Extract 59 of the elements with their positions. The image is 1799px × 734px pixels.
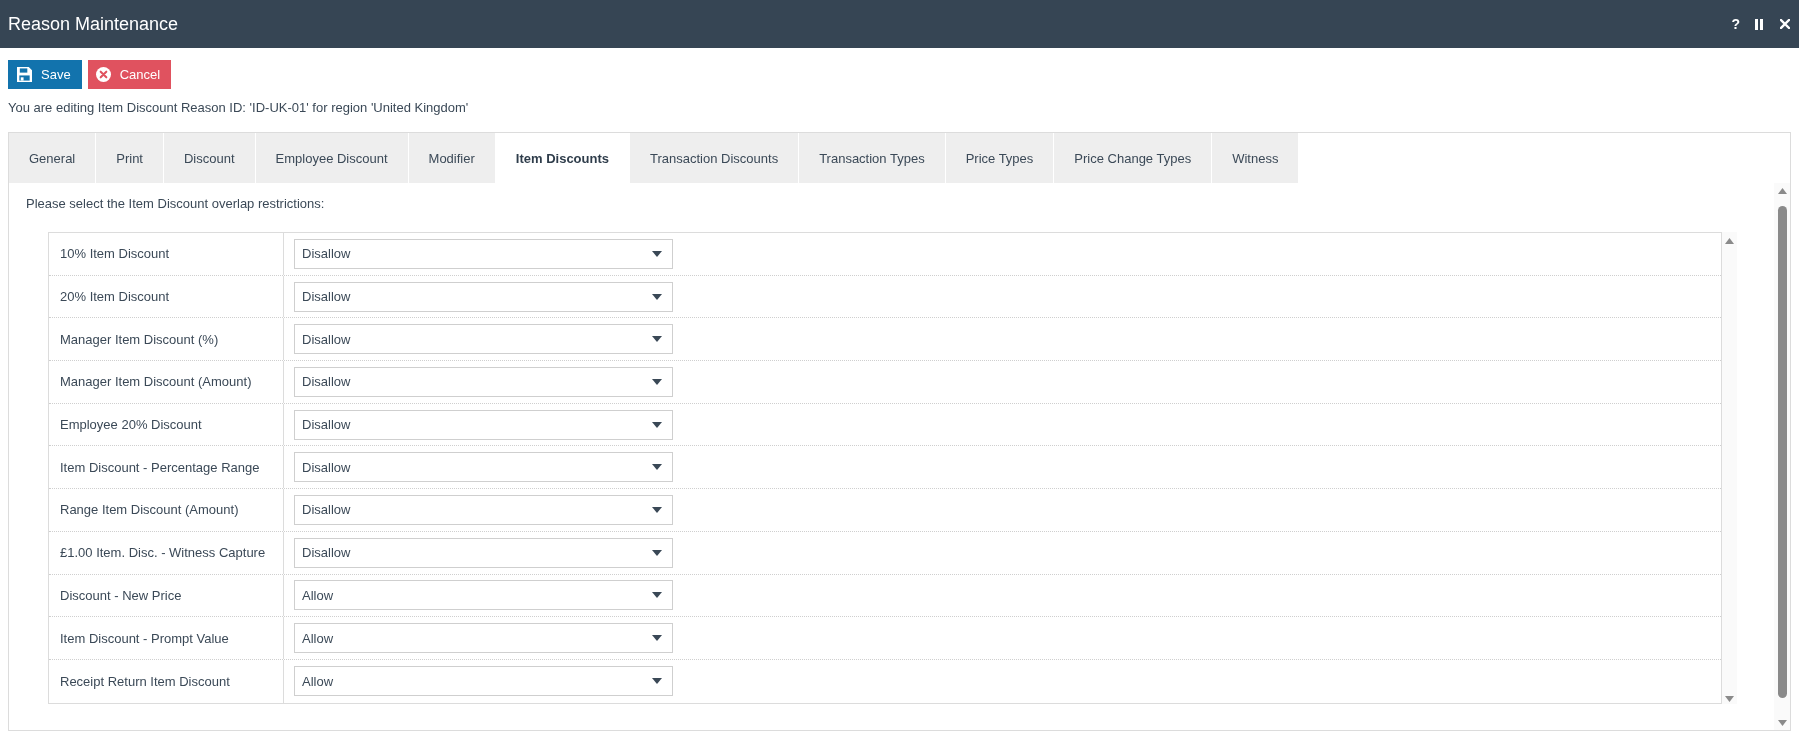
tab[interactable]: Discount: [164, 133, 255, 183]
tab[interactable]: Print: [96, 133, 163, 183]
caret-down-icon: [652, 378, 662, 385]
info-text: You are editing Item Discount Reason ID: 'ID-UK-01' for region 'United Kingdom': [7, 100, 470, 116]
caret-down-icon: [652, 592, 662, 599]
caret-down-icon: [652, 549, 662, 556]
caret-down-icon: [652, 293, 662, 300]
instruction-text: Please select the Item Discount overlap restrictions:: [26, 196, 326, 212]
arrow-up-icon[interactable]: [1725, 238, 1734, 244]
table-cell: 20% Item Discount: [49, 275, 284, 318]
help-button[interactable]: ?: [1731, 16, 1740, 32]
dropdown[interactable]: Disallow: [294, 281, 673, 312]
pause-icon[interactable]: [1755, 18, 1763, 30]
tab[interactable]: Price Change Types: [1054, 133, 1212, 183]
dropdown[interactable]: Disallow: [294, 324, 673, 355]
caret-down-icon: [652, 678, 662, 685]
arrow-down-icon[interactable]: [1777, 720, 1787, 726]
caret-down-icon: [652, 336, 662, 343]
table-cell: Employee 20% Discount: [49, 403, 284, 446]
arrow-up-icon[interactable]: [1777, 188, 1787, 194]
cancel-button[interactable]: Cancel: [87, 60, 172, 89]
tab[interactable]: Transaction Discounts: [630, 133, 799, 183]
table-cell: Range Item Discount (Amount): [49, 489, 284, 531]
close-icon[interactable]: [1780, 19, 1790, 29]
scrollbar[interactable]: [1722, 232, 1737, 704]
table-cell: Manager Item Discount (Amount): [49, 361, 284, 403]
table-cell: Discount - New Price: [49, 574, 284, 617]
window-title: Reason Maintenance: [8, 13, 179, 35]
tab[interactable]: Employee Discount: [255, 133, 408, 183]
scrollbar[interactable]: [1774, 183, 1790, 730]
caret-down-icon: [652, 506, 662, 513]
dropdown[interactable]: Allow: [294, 666, 673, 697]
scrollbar-thumb[interactable]: [1777, 206, 1787, 698]
dropdown[interactable]: Allow: [294, 580, 673, 611]
dropdown[interactable]: Disallow: [294, 366, 673, 397]
tab[interactable]: Witness: [1212, 133, 1299, 183]
caret-down-icon: [652, 421, 662, 428]
dropdown[interactable]: Allow: [294, 623, 673, 654]
tab[interactable]: Modifier: [408, 133, 495, 183]
dropdown[interactable]: Disallow: [294, 238, 673, 269]
caret-down-icon: [652, 464, 662, 471]
table-cell: 10% Item Discount: [49, 233, 284, 275]
arrow-down-icon[interactable]: [1725, 695, 1734, 702]
tab[interactable]: Price Types: [945, 133, 1054, 183]
table-cell: Receipt Return Item Discount: [49, 659, 284, 703]
table-cell: Manager Item Discount (%): [49, 318, 284, 361]
caret-down-icon: [652, 250, 662, 257]
dropdown[interactable]: Disallow: [294, 537, 673, 568]
caret-down-icon: [652, 635, 662, 642]
table-cell: £1.00 Item. Disc. - Witness Capture: [49, 531, 284, 574]
table-cell: Item Discount - Percentage Range: [49, 446, 284, 489]
dropdown[interactable]: Disallow: [294, 452, 673, 483]
dropdown[interactable]: Disallow: [294, 494, 673, 525]
tab[interactable]: General: [9, 133, 96, 183]
table-cell: Item Discount - Prompt Value: [49, 617, 284, 659]
dropdown[interactable]: Disallow: [294, 409, 673, 440]
tab[interactable]: Transaction Types: [799, 133, 945, 183]
x-circle-icon: [95, 67, 111, 82]
save-button[interactable]: Save: [8, 60, 82, 89]
